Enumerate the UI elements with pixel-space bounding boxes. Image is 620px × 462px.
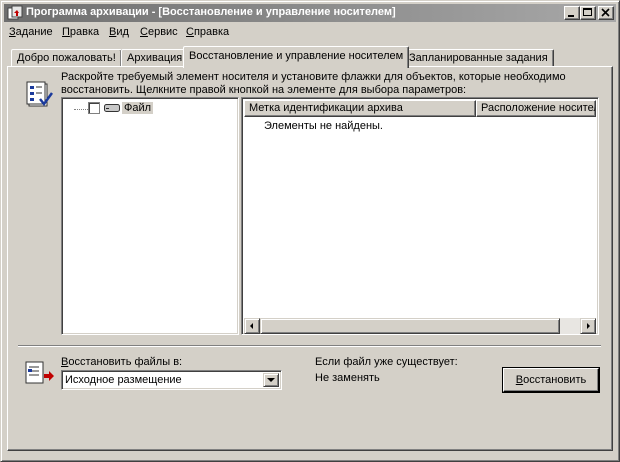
menu-bar: Задание Правка Вид Сервис Справка: [4, 23, 616, 42]
menu-edit[interactable]: Правка: [62, 26, 99, 38]
scroll-thumb[interactable]: [260, 318, 560, 334]
backup-app-icon: [7, 5, 23, 21]
scroll-left-button[interactable]: [244, 318, 260, 334]
divider: [18, 345, 601, 347]
maximize-button[interactable]: [580, 6, 596, 20]
tab-strip: Добро пожаловать! Архивация Восстановлен…: [1, 45, 620, 68]
if-exists-label: Если файл уже существует:: [315, 356, 458, 368]
tree-connector: [74, 109, 88, 110]
column-header-archive-label[interactable]: Метка идентификации архива: [244, 100, 476, 117]
dropdown-button[interactable]: [263, 373, 279, 387]
scroll-right-button[interactable]: [580, 318, 596, 334]
tree-item-checkbox[interactable]: [88, 102, 100, 114]
backup-window: Программа архивации - [Восстановление и …: [0, 0, 620, 462]
minimize-button[interactable]: [564, 6, 580, 20]
restore-location-value: Исходное размещение: [65, 374, 182, 386]
instructions-text: Раскройте требуемый элемент носителя и у…: [61, 71, 566, 96]
window-title: Программа архивации - [Восстановление и …: [26, 6, 396, 18]
tab-backup[interactable]: Архивация: [121, 49, 189, 67]
menu-view[interactable]: Вид: [109, 26, 129, 38]
if-exists-value: Не заменять: [315, 372, 380, 384]
restore-to-label: Восстановить файлы в:: [61, 356, 183, 368]
restore-location-select[interactable]: Исходное размещение: [61, 370, 282, 390]
menu-help[interactable]: Справка: [186, 26, 229, 38]
menu-tools[interactable]: Сервис: [140, 26, 178, 38]
media-tree[interactable]: Файл: [61, 97, 239, 335]
tab-scheduled-jobs[interactable]: Запланированные задания: [403, 49, 554, 67]
close-button[interactable]: [598, 6, 614, 20]
tab-restore-media[interactable]: Восстановление и управление носителем: [183, 46, 410, 68]
restore-document-icon: [25, 360, 55, 386]
restore-button[interactable]: Восстановить: [503, 368, 599, 392]
tab-welcome[interactable]: Добро пожаловать!: [11, 49, 122, 67]
empty-list-message: Элементы не найдены.: [264, 120, 383, 132]
archive-list[interactable]: Метка идентификации архива Расположение …: [241, 97, 599, 335]
tree-item-label[interactable]: Файл: [122, 102, 154, 114]
horizontal-scrollbar[interactable]: [244, 318, 596, 334]
menu-task[interactable]: Задание: [9, 26, 53, 38]
title-bar[interactable]: Программа архивации - [Восстановление и …: [4, 4, 616, 22]
drive-icon: [104, 103, 120, 113]
column-header-media-location[interactable]: Расположение носител: [476, 100, 596, 117]
checklist-icon: [26, 81, 54, 109]
